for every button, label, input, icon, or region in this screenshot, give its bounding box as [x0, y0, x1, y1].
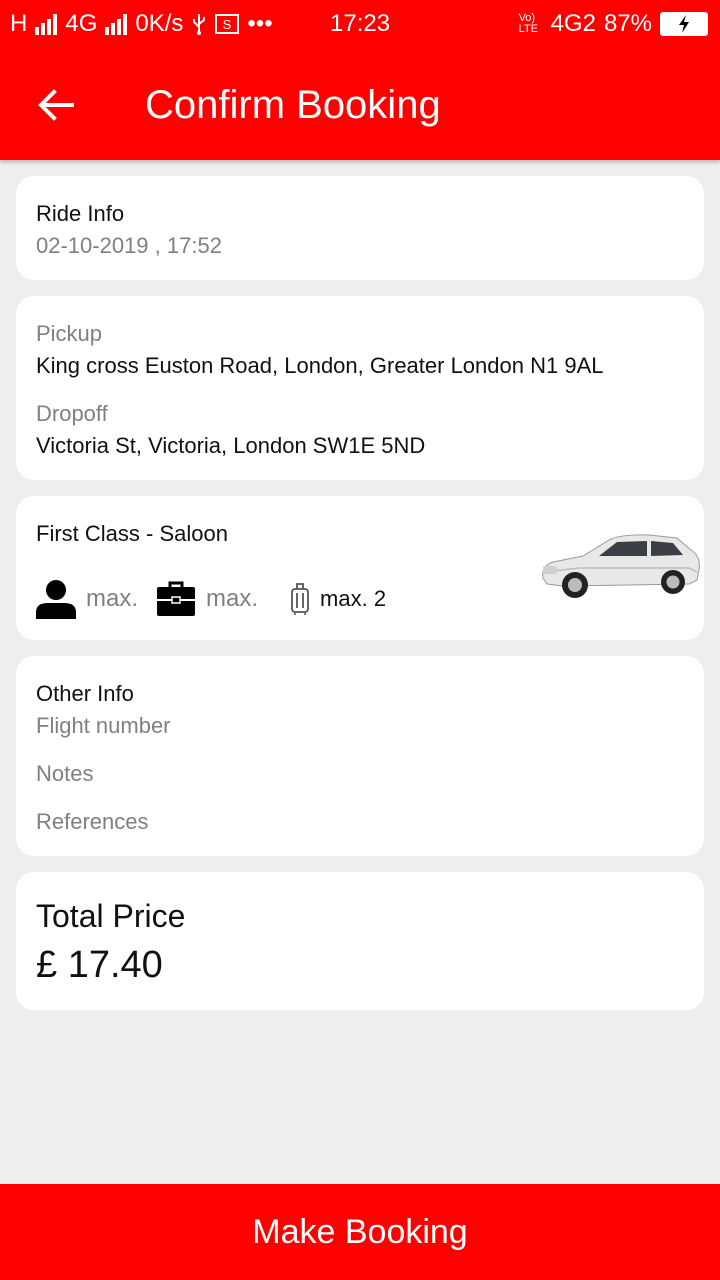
status-right: Vo) LTE 4G2 87% [519, 10, 708, 38]
more-notifications-icon: ••• [247, 10, 273, 37]
references-field[interactable]: References [36, 809, 149, 835]
vehicle-card: First Class - Saloon max. max. max. 2 [16, 496, 704, 640]
network-type-mid: 4G [65, 10, 98, 37]
luggage-max: max. 2 [320, 586, 387, 611]
bag-max: max. [206, 585, 259, 612]
back-button[interactable] [30, 82, 82, 128]
vehicle-capacity: max. max. max. 2 [36, 578, 386, 620]
svg-text:S: S [223, 17, 232, 32]
signal-icon [35, 13, 58, 35]
status-bar: H 4G 0K/s S ••• 17:23 Vo) LTE 4G2 87% [0, 0, 720, 50]
vehicle-class: First Class - Saloon [36, 521, 228, 546]
battery-icon [660, 12, 708, 36]
status-time: 17:23 [330, 10, 391, 37]
make-booking-button[interactable]: Make Booking [0, 1184, 720, 1280]
bag-capacity: max. [156, 581, 258, 617]
network-type-left: H [10, 10, 28, 37]
route-card: Pickup King cross Euston Road, London, G… [16, 296, 704, 480]
luggage-icon [291, 583, 309, 615]
app-header: H 4G 0K/s S ••• 17:23 Vo) LTE 4G2 87% Co… [0, 0, 720, 160]
ride-datetime: 02-10-2019 , 17:52 [36, 233, 222, 258]
arrow-left-icon [38, 89, 74, 121]
person-icon [36, 580, 76, 619]
signal-icon-2 [105, 13, 128, 35]
pickup-address: King cross Euston Road, London, Greater … [36, 353, 604, 378]
total-price-card: Total Price £ 17.40 [16, 872, 704, 1010]
network-type-right: 4G2 [550, 10, 596, 37]
briefcase-icon [157, 581, 196, 616]
volte-icon: Vo) LTE [518, 12, 538, 35]
total-price-amount: £ 17.40 [36, 944, 163, 986]
page-title: Confirm Booking [145, 83, 441, 127]
dropoff-label: Dropoff [36, 401, 108, 426]
flight-number-field[interactable]: Flight number [36, 713, 171, 739]
car-image [542, 534, 700, 598]
ride-info-card: Ride Info 02-10-2019 , 17:52 [16, 176, 704, 280]
luggage-capacity: max. 2 [290, 583, 386, 615]
total-price-heading: Total Price [36, 898, 186, 934]
usb-icon [193, 14, 206, 35]
ride-info-heading: Ride Info [36, 201, 125, 226]
screenshot-icon: S [215, 14, 240, 34]
network-speed: 0K/s [135, 10, 184, 37]
passenger-capacity: max. [36, 579, 138, 619]
other-info-heading: Other Info [36, 681, 134, 706]
dropoff-address: Victoria St, Victoria, London SW1E 5ND [36, 433, 426, 458]
passenger-max: max. [86, 585, 139, 612]
other-info-card: Other Info Flight number Notes Reference… [16, 656, 704, 856]
notes-field[interactable]: Notes [36, 761, 93, 787]
status-left: H 4G 0K/s S ••• [10, 10, 273, 38]
battery-percent: 87% [603, 10, 652, 37]
pickup-label: Pickup [36, 321, 103, 346]
